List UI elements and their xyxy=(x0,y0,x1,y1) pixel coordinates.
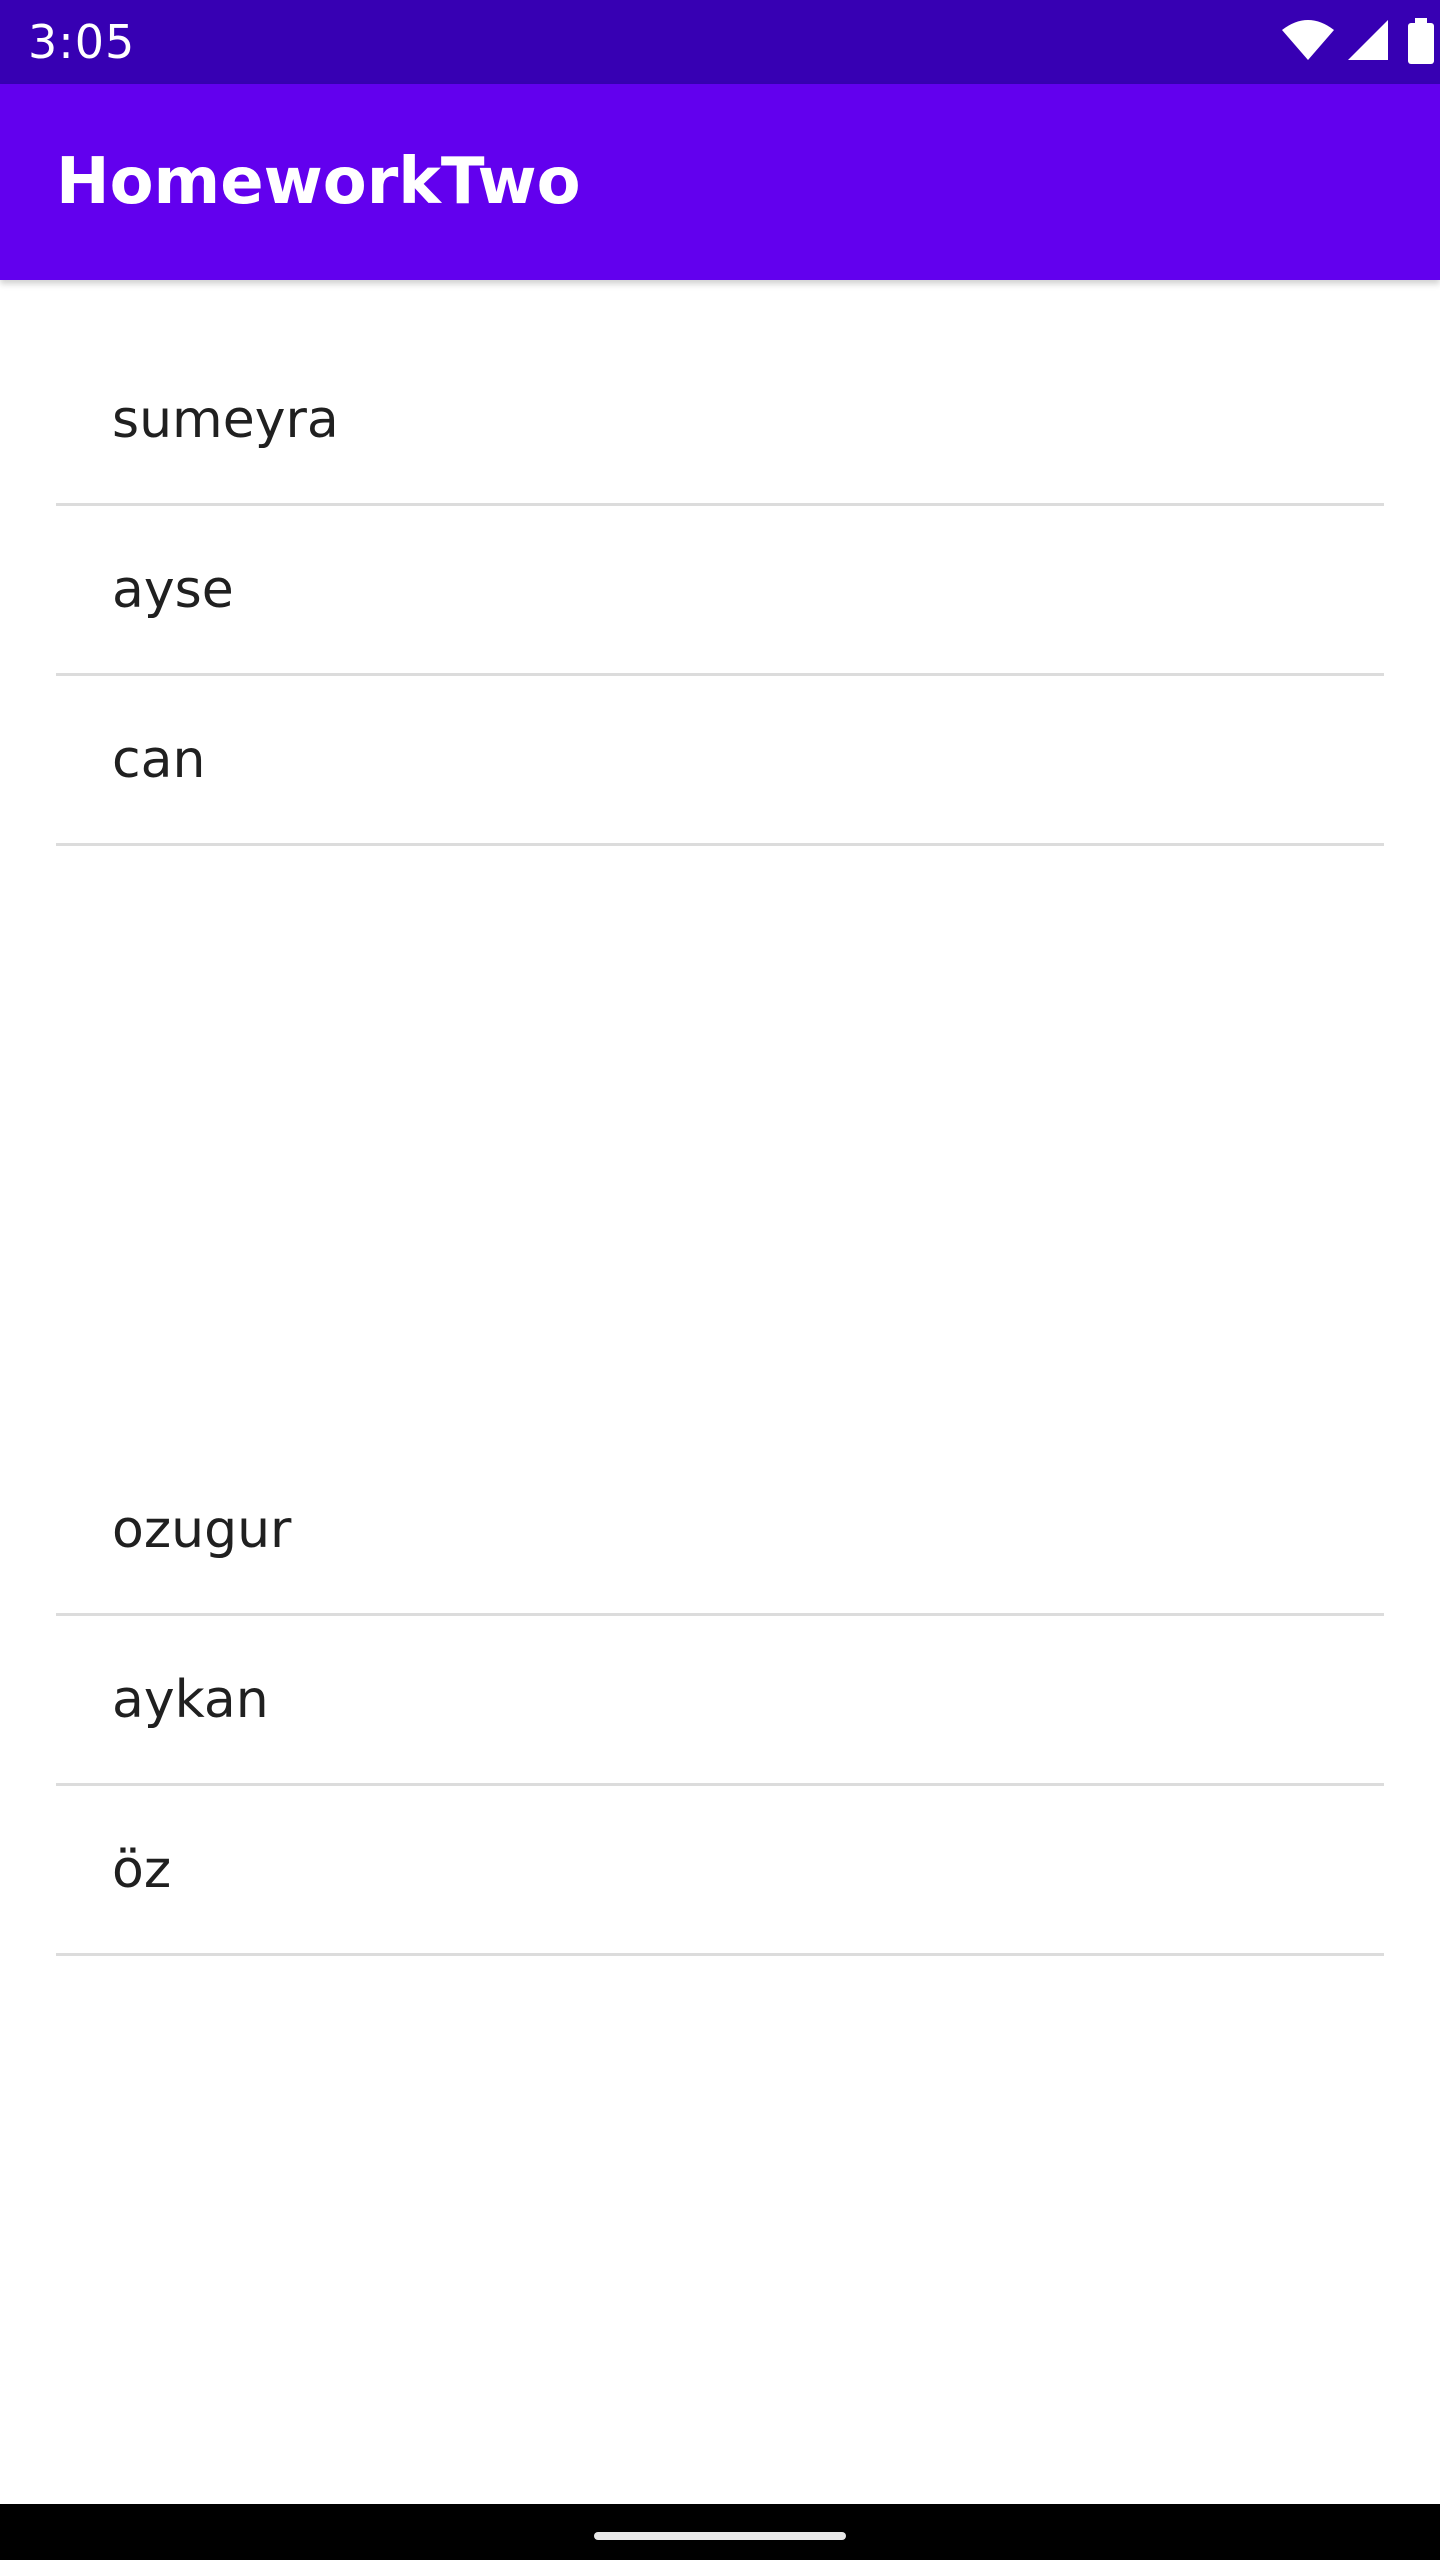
app-title: HomeworkTwo xyxy=(56,145,581,219)
list-item-label: aykan xyxy=(112,1670,269,1730)
status-bar: 3:05 xyxy=(0,0,1440,84)
wifi-icon xyxy=(1282,20,1334,60)
list-item[interactable]: ayse xyxy=(56,506,1384,676)
navigation-bar xyxy=(0,2504,1440,2560)
battery-icon xyxy=(1408,18,1434,64)
list-item[interactable]: aykan xyxy=(56,1616,1384,1786)
names-list-bottom: ozugur aykan öz xyxy=(56,1446,1384,1956)
cell-signal-icon xyxy=(1348,20,1388,60)
status-time: 3:05 xyxy=(28,15,136,69)
list-item-label: ayse xyxy=(112,560,234,620)
list-item-label: ozugur xyxy=(112,1500,292,1560)
list-item[interactable]: can xyxy=(56,676,1384,846)
app-bar: HomeworkTwo xyxy=(0,84,1440,280)
list-item[interactable]: sumeyra xyxy=(56,336,1384,506)
names-list-top: sumeyra ayse can xyxy=(56,336,1384,846)
list-item-label: sumeyra xyxy=(112,390,339,450)
list-item[interactable]: öz xyxy=(56,1786,1384,1956)
home-gesture-handle[interactable] xyxy=(594,2532,846,2540)
list-item-label: can xyxy=(112,730,206,790)
list-item-label: öz xyxy=(112,1840,172,1900)
list-item[interactable]: ozugur xyxy=(56,1446,1384,1616)
